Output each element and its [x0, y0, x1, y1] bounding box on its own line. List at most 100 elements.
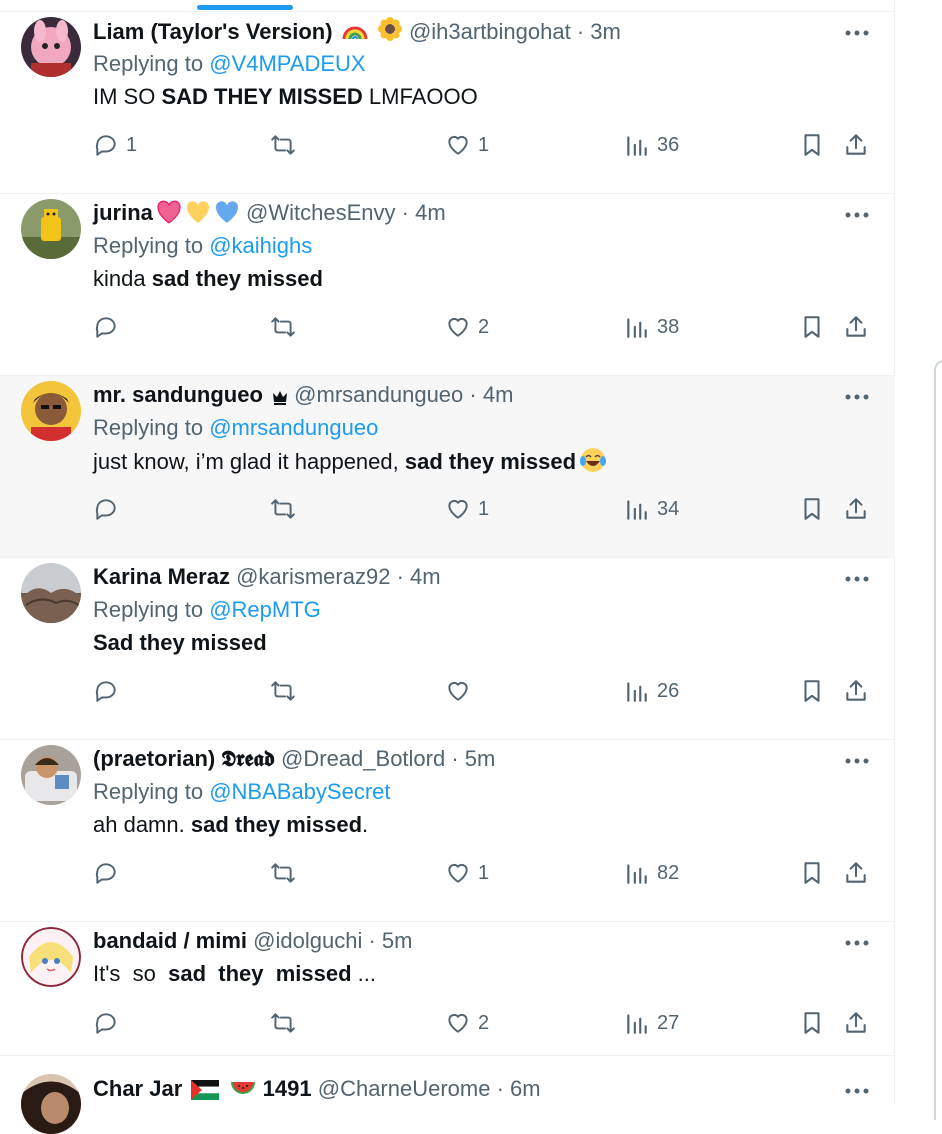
bookmark-button[interactable] — [799, 130, 825, 160]
timestamp[interactable]: · 4m — [402, 200, 446, 225]
bookmark-icon — [804, 680, 820, 702]
tweet[interactable]: Liam (Taylor's Version) @ih3artbingohat … — [0, 12, 895, 194]
replying-to: Replying to @mrsandungueo — [93, 414, 378, 442]
bookmark-button[interactable] — [799, 858, 825, 888]
share-icon — [846, 1012, 866, 1033]
retweet-button[interactable] — [270, 1008, 303, 1038]
like-button[interactable]: 1 — [445, 858, 489, 888]
display-name[interactable]: mr. sandungueo — [93, 382, 263, 407]
reply-button[interactable] — [93, 1008, 126, 1038]
reply-button[interactable] — [93, 858, 126, 888]
avatar[interactable] — [21, 563, 81, 623]
bookmark-button[interactable] — [799, 312, 825, 342]
replying-to-link[interactable]: @kaihighs — [209, 233, 312, 258]
retweet-button[interactable] — [270, 312, 303, 342]
replying-to-link[interactable]: @NBABabySecret — [209, 779, 390, 804]
display-name[interactable]: Liam (Taylor's Version) — [93, 19, 333, 44]
reply-button[interactable] — [93, 494, 126, 524]
display-name[interactable]: bandaid / mimi — [93, 928, 247, 953]
views-button[interactable]: 27 — [624, 1008, 679, 1038]
share-button[interactable] — [843, 312, 869, 342]
tweet[interactable]: jurina @WitchesEnvy · 4m Replying to @ka… — [0, 194, 895, 376]
timestamp[interactable]: · 4m — [397, 564, 441, 589]
handle[interactable]: @CharneUerome — [318, 1076, 491, 1101]
like-button[interactable]: 1 — [445, 494, 489, 524]
share-button[interactable] — [843, 130, 869, 160]
side-panel-edge — [934, 360, 942, 1120]
handle[interactable]: @WitchesEnvy — [246, 200, 395, 225]
avatar[interactable] — [21, 1074, 81, 1134]
handle[interactable]: @Dread_Botlord — [281, 746, 445, 771]
replying-to-link[interactable]: @mrsandungueo — [209, 415, 378, 440]
retweet-button[interactable] — [270, 676, 303, 706]
reply-button[interactable] — [93, 676, 126, 706]
avatar[interactable] — [21, 745, 81, 805]
share-button[interactable] — [843, 494, 869, 524]
view-count: 26 — [657, 679, 680, 702]
active-tab-indicator — [197, 5, 293, 10]
tweet-header: Karina Meraz @karismeraz92 · 4m — [93, 563, 441, 591]
views-button[interactable]: 38 — [624, 312, 679, 342]
tweet[interactable]: bandaid / mimi @idolguchi · 5m It's so s… — [0, 922, 895, 1056]
tweet[interactable]: Char Jar 1491 @CharneUerome · 6m — [0, 1056, 895, 1134]
replying-to-link[interactable]: @V4MPADEUX — [209, 51, 365, 76]
views-button[interactable]: 26 — [624, 676, 679, 706]
more-options-icon[interactable] — [843, 754, 871, 766]
more-options-icon[interactable] — [843, 208, 871, 220]
bookmark-button[interactable] — [799, 1008, 825, 1038]
text-segment: just know, i’m glad it happened, — [93, 449, 405, 474]
like-button[interactable] — [445, 676, 478, 706]
more-options-icon[interactable] — [843, 26, 871, 38]
laughing-crying-icon — [579, 447, 607, 480]
share-button[interactable] — [843, 1008, 869, 1038]
timestamp[interactable]: · 5m — [368, 928, 412, 953]
retweet-button[interactable] — [270, 494, 303, 524]
avatar[interactable] — [21, 17, 81, 77]
like-button[interactable]: 2 — [445, 312, 489, 342]
tweet[interactable]: mr. sandungueo @mrsandungueo · 4m Replyi… — [0, 376, 895, 558]
replying-to: Replying to @kaihighs — [93, 232, 312, 260]
text-segment: IM SO — [93, 84, 162, 109]
views-button[interactable]: 82 — [624, 858, 679, 888]
reply-button[interactable]: 1 — [93, 130, 137, 160]
reply-button[interactable] — [93, 312, 126, 342]
avatar[interactable] — [21, 381, 81, 441]
share-icon — [846, 316, 866, 337]
timestamp[interactable]: · 5m — [451, 746, 495, 771]
retweet-button[interactable] — [270, 130, 303, 160]
display-name[interactable]: Char Jar — [93, 1076, 182, 1101]
more-options-icon[interactable] — [843, 936, 871, 948]
bookmark-button[interactable] — [799, 676, 825, 706]
tweet-text: Sad they missed — [93, 629, 267, 657]
more-options-icon[interactable] — [843, 390, 871, 402]
like-button[interactable]: 1 — [445, 130, 489, 160]
handle[interactable]: @idolguchi — [253, 928, 362, 953]
display-name[interactable]: jurina — [93, 200, 153, 225]
handle[interactable]: @ih3artbingohat — [409, 19, 571, 44]
views-button[interactable]: 34 — [624, 494, 679, 524]
bookmark-icon — [804, 1012, 820, 1034]
more-options-icon[interactable] — [843, 1084, 871, 1096]
bookmark-button[interactable] — [799, 494, 825, 524]
text-segment-bold: sad they missed — [151, 266, 323, 291]
avatar[interactable] — [21, 927, 81, 987]
timestamp[interactable]: · 4m — [469, 382, 513, 407]
retweet-button[interactable] — [270, 858, 303, 888]
share-button[interactable] — [843, 858, 869, 888]
display-name[interactable]: (praetorian) 𝕯𝖗𝖊𝖆𝖉 — [93, 746, 275, 771]
timestamp[interactable]: · 6m — [497, 1076, 541, 1101]
handle[interactable]: @karismeraz92 — [236, 564, 390, 589]
more-options-icon[interactable] — [843, 572, 871, 584]
like-button[interactable]: 2 — [445, 1008, 489, 1038]
tweet[interactable]: (praetorian) 𝕯𝖗𝖊𝖆𝖉 @Dread_Botlord · 5m R… — [0, 740, 895, 922]
tweet[interactable]: Karina Meraz @karismeraz92 · 4m Replying… — [0, 558, 895, 740]
replying-to-label: Replying to — [93, 597, 204, 622]
views-button[interactable]: 36 — [624, 130, 679, 160]
replying-to-link[interactable]: @RepMTG — [209, 597, 321, 622]
handle[interactable]: @mrsandungueo — [294, 382, 463, 407]
display-name[interactable]: Karina Meraz — [93, 564, 230, 589]
share-button[interactable] — [843, 676, 869, 706]
avatar[interactable] — [21, 199, 81, 259]
timestamp[interactable]: · 3m — [577, 19, 621, 44]
text-segment-bold: Sad they missed — [93, 630, 267, 655]
